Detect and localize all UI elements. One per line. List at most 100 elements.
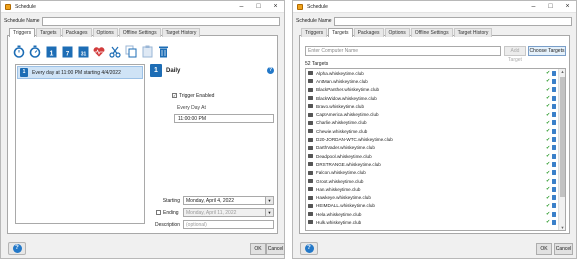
tab-triggers[interactable]: Triggers xyxy=(301,28,328,37)
copy-icon[interactable] xyxy=(125,44,137,58)
cut-icon[interactable] xyxy=(109,44,121,58)
chevron-down-icon[interactable]: ▼ xyxy=(266,208,274,217)
tab-target-history[interactable]: Target History xyxy=(453,28,493,37)
target-row[interactable]: D20-JORDAN-WTC.whiskeytime.club ✔ xyxy=(306,135,565,143)
delete-icon[interactable] xyxy=(552,195,556,201)
time-input[interactable]: 11:00:00 PM xyxy=(174,114,274,123)
tab-packages[interactable]: Packages xyxy=(61,28,92,37)
target-row[interactable]: DarthVader.whiskeytime.club ✔ xyxy=(306,144,565,152)
target-row[interactable]: BlackPanther.whiskeytime.club ✔ xyxy=(306,86,565,94)
weekly-calendar-icon[interactable]: 7 xyxy=(61,44,73,58)
daily-calendar-icon[interactable]: 1 xyxy=(45,44,57,58)
target-row[interactable]: DRSTRANGE.whiskeytime.club ✔ xyxy=(306,160,565,168)
maximize-icon[interactable]: □ xyxy=(542,1,559,13)
delete-icon[interactable] xyxy=(552,87,556,93)
tab-targets[interactable]: Targets xyxy=(36,28,61,37)
help-icon[interactable]: ? xyxy=(267,67,274,74)
cancel-button[interactable]: Cancel xyxy=(266,243,285,255)
target-row[interactable]: Bravo.whiskeytime.club ✔ xyxy=(306,102,565,110)
trigger-list-item[interactable]: 1 Every day at 11:00 PM starting 4/4/202… xyxy=(17,66,143,79)
trigger-enabled-row[interactable]: ✓ Trigger Enabled xyxy=(172,93,214,99)
tab-targets[interactable]: Targets xyxy=(328,28,353,37)
delete-icon[interactable] xyxy=(552,120,556,126)
schedule-name-input[interactable] xyxy=(42,16,280,26)
tab-options[interactable]: Options xyxy=(384,28,410,37)
trigger-enabled-checkbox[interactable]: ✓ xyxy=(172,93,177,99)
delete-icon[interactable] xyxy=(552,70,556,76)
close-icon[interactable]: × xyxy=(559,1,576,13)
delete-icon[interactable] xyxy=(552,170,556,176)
ok-button[interactable]: OK xyxy=(536,243,552,255)
add-target-button[interactable]: Add Target xyxy=(504,46,526,63)
maximize-icon[interactable]: □ xyxy=(250,1,267,13)
target-row[interactable]: Hawkeye.whiskeytime.club ✔ xyxy=(306,193,565,201)
target-row[interactable]: Groot.whiskeytime.club ✔ xyxy=(306,177,565,185)
help-button[interactable]: ? xyxy=(300,242,318,255)
delete-icon[interactable] xyxy=(552,178,556,184)
target-row[interactable]: CaptAmerica.whiskeytime.club ✔ xyxy=(306,110,565,118)
trigger-detail: 1 Daily ? xyxy=(150,64,274,77)
close-icon[interactable]: × xyxy=(267,1,284,13)
minimize-icon[interactable]: – xyxy=(525,1,542,13)
ending-label-wrap[interactable]: Ending xyxy=(150,210,183,216)
delete-icon[interactable] xyxy=(552,153,556,159)
tab-options[interactable]: Options xyxy=(92,28,118,37)
choose-targets-button[interactable]: Choose Targets xyxy=(528,46,566,56)
ok-button[interactable]: OK xyxy=(250,243,266,255)
ending-checkbox[interactable] xyxy=(156,209,161,215)
delete-icon[interactable] xyxy=(552,95,556,101)
delete-icon[interactable] xyxy=(552,161,556,167)
target-name: BlackPanther.whiskeytime.club xyxy=(316,87,380,93)
computer-name-input[interactable]: Enter Computer Name xyxy=(305,46,501,56)
tab-target-history[interactable]: Target History xyxy=(161,28,201,37)
minimize-icon[interactable]: – xyxy=(233,1,250,13)
cancel-button[interactable]: Cancel xyxy=(554,243,573,255)
delete-icon[interactable] xyxy=(552,186,556,192)
delete-icon[interactable] xyxy=(552,137,556,143)
starting-row: Starting Monday, April 4, 2022 ▼ xyxy=(150,196,274,205)
target-row[interactable]: Charlie.whiskeytime.club ✔ xyxy=(306,119,565,127)
delete-icon[interactable] xyxy=(552,112,556,118)
delete-icon[interactable] xyxy=(552,78,556,84)
target-row[interactable]: Hulk.whiskeytime.club ✔ xyxy=(306,218,565,226)
target-row[interactable]: Deadpool.whiskeytime.club ✔ xyxy=(306,152,565,160)
computer-entry-row: Enter Computer Name Add Target Choose Ta… xyxy=(305,46,566,63)
description-input[interactable]: (optional) xyxy=(183,220,274,229)
schedule-name-input[interactable] xyxy=(334,16,572,26)
scrollbar[interactable]: ▲ ▼ xyxy=(558,69,565,230)
help-button[interactable]: ? xyxy=(8,242,26,255)
delete-icon[interactable] xyxy=(552,128,556,134)
interval-timer-icon[interactable] xyxy=(29,44,41,58)
target-row[interactable]: Han.whiskeytime.club ✔ xyxy=(306,185,565,193)
target-row[interactable]: Falcon.whiskeytime.club ✔ xyxy=(306,169,565,177)
tab-triggers[interactable]: Triggers xyxy=(9,28,36,37)
target-row[interactable]: HEIMDALL.whiskeytime.club ✔ xyxy=(306,202,565,210)
delete-icon[interactable] xyxy=(552,219,556,225)
target-row[interactable]: Hela.whiskeytime.club ✔ xyxy=(306,210,565,218)
computer-icon xyxy=(308,170,313,175)
monthly-calendar-icon[interactable]: 31 xyxy=(77,44,89,58)
tab-offline-settings[interactable]: Offline Settings xyxy=(410,28,453,37)
heartbeat-icon[interactable] xyxy=(93,44,105,58)
paste-icon[interactable] xyxy=(141,44,153,58)
delete-icon[interactable] xyxy=(552,103,556,109)
starting-date-input[interactable]: Monday, April 4, 2022 xyxy=(183,196,266,205)
delete-icon[interactable] xyxy=(552,211,556,217)
tab-packages[interactable]: Packages xyxy=(353,28,384,37)
chevron-down-icon[interactable]: ▼ xyxy=(266,196,274,205)
target-row[interactable]: AntMan.whiskeytime.club ✔ xyxy=(306,77,565,85)
target-name: Charlie.whiskeytime.club xyxy=(316,120,367,126)
scroll-up-icon[interactable]: ▲ xyxy=(559,69,565,74)
scroll-down-icon[interactable]: ▼ xyxy=(559,225,565,230)
target-row[interactable]: Chewie.whiskeytime.club ✔ xyxy=(306,127,565,135)
ending-date-input[interactable]: Monday, April 11, 2022 xyxy=(183,208,266,217)
once-timer-icon[interactable] xyxy=(13,44,25,58)
target-row[interactable]: Alpha.whiskeytime.club ✔ xyxy=(306,69,565,77)
target-row[interactable]: BlackWidow.whiskeytime.club ✔ xyxy=(306,94,565,102)
computer-icon xyxy=(308,79,313,84)
scrollbar-thumb[interactable] xyxy=(560,77,565,197)
delete-icon[interactable] xyxy=(552,145,556,151)
delete-icon[interactable] xyxy=(157,44,169,58)
delete-icon[interactable] xyxy=(552,203,556,209)
tab-offline-settings[interactable]: Offline Settings xyxy=(118,28,161,37)
